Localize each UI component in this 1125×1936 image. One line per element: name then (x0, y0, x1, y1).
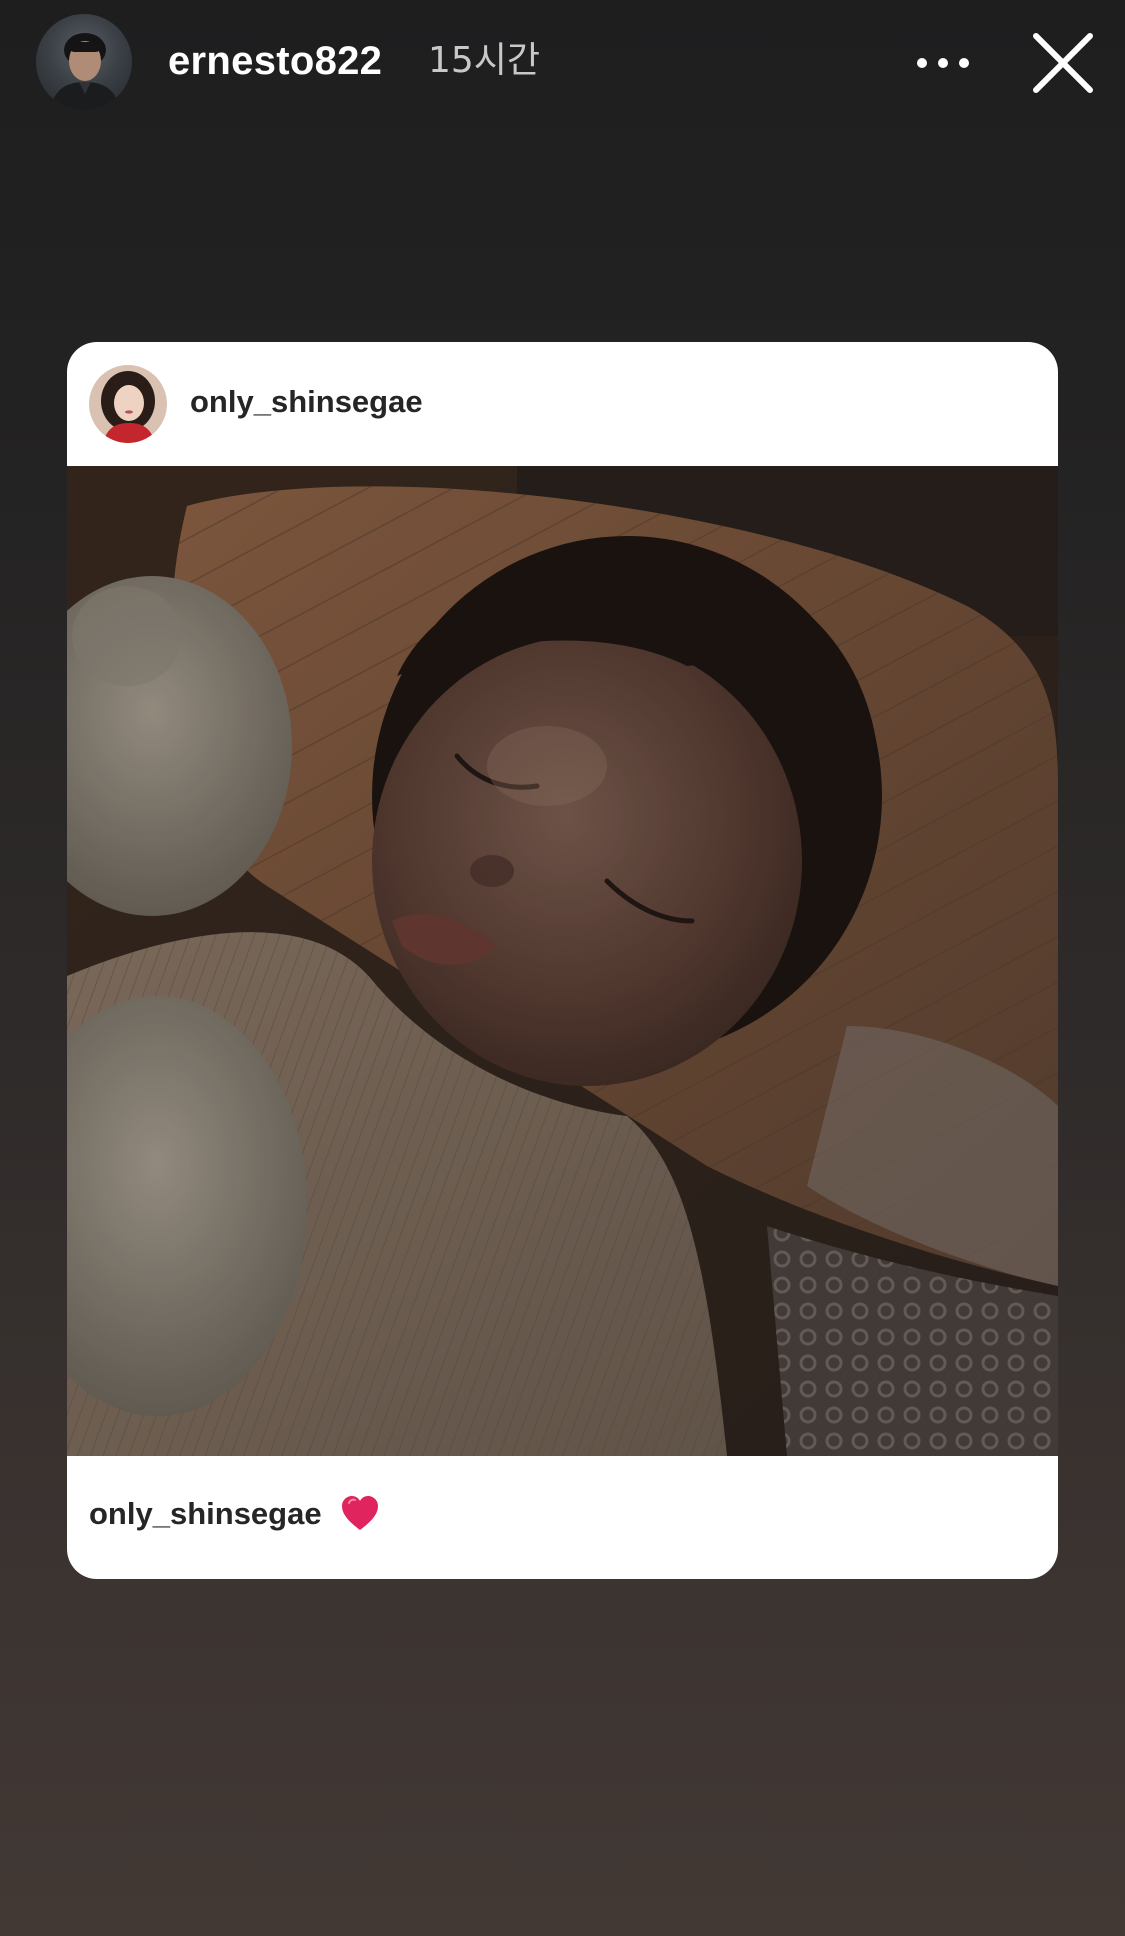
post-author-avatar[interactable] (89, 365, 167, 443)
close-icon (1033, 33, 1093, 93)
more-horizontal-icon (917, 58, 969, 68)
caption-username[interactable]: only_shinsegae (89, 1496, 322, 1531)
shared-post-card[interactable]: only_shinsegae only_shinsegae (67, 342, 1058, 1579)
story-header: ernesto822 15시간 (0, 0, 1125, 130)
post-author-username[interactable]: only_shinsegae (190, 382, 423, 422)
post-caption: only_shinsegae (89, 1492, 380, 1536)
story-timestamp: 15시간 (428, 40, 541, 81)
story-avatar[interactable] (36, 14, 132, 110)
close-button[interactable] (1030, 30, 1096, 96)
more-options-button[interactable] (912, 38, 978, 88)
heart-icon (342, 1495, 379, 1530)
post-header: only_shinsegae (67, 342, 1058, 466)
post-photo[interactable] (67, 466, 1058, 1456)
story-username[interactable]: ernesto822 (168, 36, 382, 86)
